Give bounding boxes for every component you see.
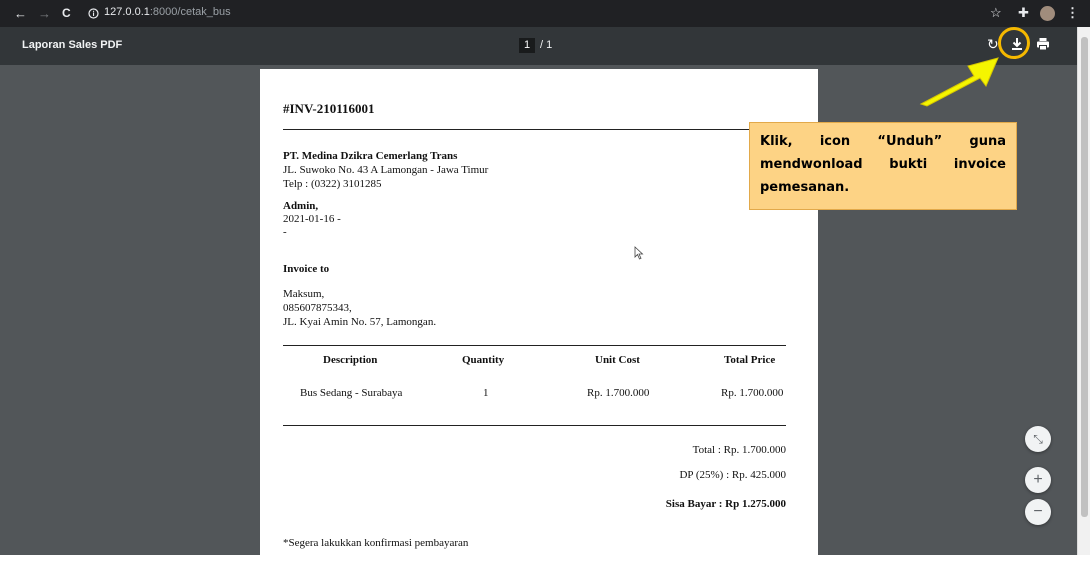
browser-menu-icon[interactable]: ⋮ (1066, 5, 1079, 21)
zoom-out-button[interactable]: − (1025, 499, 1051, 525)
rotate-icon[interactable]: ↻ (987, 36, 999, 53)
reload-button[interactable]: C (62, 6, 71, 20)
dp-amount: DP (25%) : Rp. 425.000 (679, 469, 786, 481)
company-info: PT. Medina Dzikra Cemerlang Trans JL. Su… (283, 149, 488, 191)
url-host: 127.0.0.1 (104, 6, 150, 18)
table-bottom-divider (283, 425, 786, 426)
page-number-input[interactable]: 1 (519, 38, 535, 53)
annotation-callout: Klik, icon “Unduh” guna mendwonload bukt… (749, 122, 1017, 210)
address-bar[interactable]: 127.0.0.1:8000/cetak_bus (104, 6, 231, 18)
total-amount: Total : Rp. 1.700.000 (692, 444, 786, 456)
header-unit-cost: Unit Cost (595, 354, 640, 366)
back-button[interactable]: ← (14, 6, 27, 21)
mouse-cursor-icon (634, 246, 644, 260)
header-quantity: Quantity (462, 354, 505, 366)
zoom-in-button[interactable]: + (1025, 467, 1051, 493)
admin-label: Admin, (283, 200, 319, 212)
scrollbar-thumb[interactable] (1081, 37, 1088, 517)
print-icon[interactable] (1036, 37, 1050, 51)
fit-page-button[interactable]: ⤡ (1025, 426, 1051, 452)
company-name: PT. Medina Dzikra Cemerlang Trans (283, 150, 458, 162)
divider (283, 129, 786, 130)
info-circle-icon[interactable] (88, 8, 99, 19)
pointer-arrow-icon (919, 57, 999, 107)
header-description: Description (323, 354, 378, 366)
pdf-page: #INV-210116001 PT. Medina Dzikra Cemerla… (260, 69, 818, 559)
highlight-circle (998, 27, 1030, 59)
invoice-number: #INV-210116001 (283, 101, 375, 116)
forward-button[interactable]: → (38, 6, 51, 21)
url-path: :8000/cetak_bus (149, 6, 231, 18)
annotation-text: Klik, icon “Unduh” guna mendwonload bukt… (760, 134, 1006, 195)
profile-avatar[interactable] (1040, 6, 1055, 21)
row-total-price: Rp. 1.700.000 (721, 387, 784, 399)
company-phone: Telp : (0322) 3101285 (283, 178, 382, 190)
remaining-balance: Sisa Bayar : Rp 1.275.000 (665, 498, 786, 510)
extensions-icon[interactable]: ✚ (1018, 5, 1029, 21)
customer-address: JL. Kyai Amin No. 57, Lamongan. (283, 316, 437, 328)
admin-date: 2021-01-16 - (283, 213, 341, 225)
row-description: Bus Sedang - Surabaya (300, 387, 403, 399)
customer-info: Maksum, 085607875343, JL. Kyai Amin No. … (283, 287, 436, 329)
bookmark-star-icon[interactable]: ☆ (990, 5, 1002, 21)
company-address: JL. Suwoko No. 43 A Lamongan - Jawa Timu… (283, 164, 489, 176)
admin-extra: - (283, 226, 287, 238)
table-top-divider (283, 345, 786, 346)
customer-name: Maksum, (283, 288, 325, 300)
browser-toolbar: ← → C 127.0.0.1:8000/cetak_bus ☆ ✚ ⋮ (0, 0, 1090, 27)
page-count: / 1 (540, 39, 553, 51)
row-unit-cost: Rp. 1.700.000 (587, 387, 650, 399)
invoice-to-label: Invoice to (283, 263, 330, 275)
pdf-title: Laporan Sales PDF (22, 39, 123, 51)
customer-phone: 085607875343, (283, 302, 352, 314)
vertical-scrollbar[interactable] (1077, 27, 1090, 555)
payment-note: *Segera lakukkan konfirmasi pembayaran (283, 537, 469, 549)
admin-info: Admin, 2021-01-16 - - (283, 200, 341, 239)
header-total-price: Total Price (724, 354, 776, 366)
row-quantity: 1 (483, 387, 489, 399)
